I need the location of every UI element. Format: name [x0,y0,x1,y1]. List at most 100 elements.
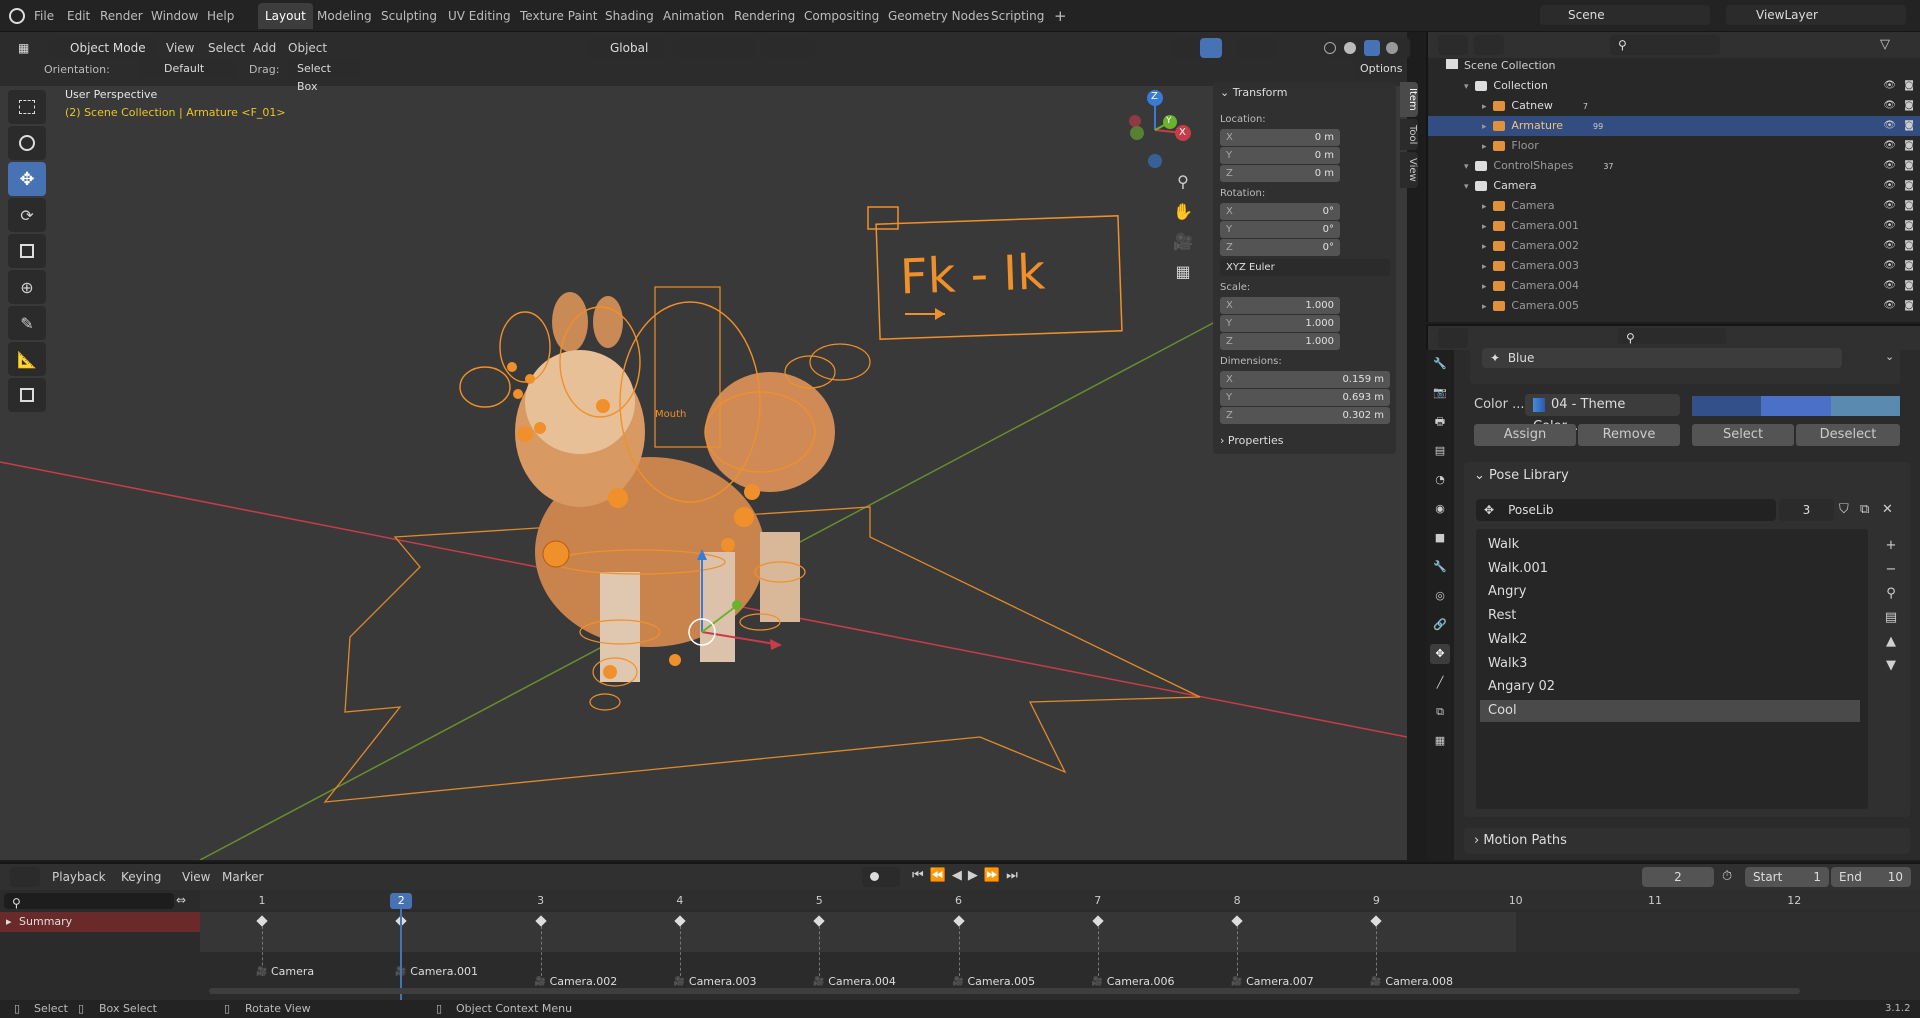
move-tool[interactable]: ✥ [8,162,46,196]
visibility-eye-icon[interactable]: 👁 [1883,296,1896,316]
frame-number[interactable]: 6 [948,893,970,909]
render-camera-icon[interactable]: ◙ [1904,296,1914,316]
clock-icon[interactable]: ⏱ [1722,869,1732,884]
pan-hand-icon[interactable]: ✋ [1172,202,1194,232]
fake-user-shield-icon[interactable]: ⛉ [1839,502,1849,517]
object-menu[interactable]: Object [288,41,327,55]
outliner-editor-icon[interactable] [1438,35,1468,55]
timeline-marker[interactable]: Camera.006 [1107,975,1175,988]
disclosure-triangle-icon[interactable]: ▸ [1482,302,1489,312]
poselib-users[interactable]: 3 [1779,499,1834,521]
timeline-marker[interactable]: Camera.001 [410,965,478,978]
disclosure-triangle-icon[interactable]: ▾ [1464,82,1471,92]
modifier-tab-icon[interactable]: 🔧 [1430,557,1450,577]
frame-number[interactable]: 12 [1783,893,1805,909]
visibility-eye-icon[interactable]: 👁 [1883,116,1896,136]
pose-list-item[interactable]: Rest [1488,605,1860,627]
navigation-gizmo[interactable]: Z X Y [1115,88,1195,168]
3d-viewport[interactable]: Mouth Fk - Ik [0,32,1407,860]
disclosure-triangle-icon[interactable]: ▾ [1464,162,1471,172]
tool-tab-icon[interactable]: 🔧 [1430,354,1450,374]
visibility-eye-icon[interactable]: 👁 [1883,136,1896,156]
options-button[interactable]: Options [1354,60,1404,78]
tab-rendering[interactable]: Rendering [727,3,802,29]
object-tab-icon[interactable]: ■ [1430,528,1450,548]
rotation-y[interactable]: Y 0° [1220,221,1340,238]
frame-number[interactable]: 9 [1365,893,1387,909]
scale-y[interactable]: Y 1.000 [1220,315,1340,332]
constraints-tab-icon[interactable]: 🔗 [1430,615,1450,635]
render-camera-icon[interactable]: ◙ [1904,76,1914,96]
add-cube-tool[interactable] [8,378,46,412]
motion-paths-panel[interactable]: › Motion Paths [1464,828,1910,854]
world-tab-icon[interactable]: ◉ [1430,499,1450,519]
scene-selector[interactable]: Scene [1540,5,1710,25]
tab-sculpting[interactable]: Sculpting [374,3,444,29]
scene-tab-icon[interactable]: ◔ [1430,470,1450,490]
disclosure-triangle-icon[interactable]: ▸ [1482,122,1489,132]
outliner-row[interactable]: ▸ Armature 99 👁 ◙ [1428,116,1920,136]
poselib-field[interactable]: ✥ PoseLib [1476,499,1776,521]
timeline-marker[interactable]: Camera.003 [689,975,757,988]
disclosure-triangle-icon[interactable]: ▸ [1482,282,1489,292]
pose-list-item[interactable]: Angry [1488,581,1860,603]
tab-uv-editing[interactable]: UV Editing [441,3,518,29]
properties-subpanel[interactable]: › Properties [1220,434,1284,447]
dimensions-x[interactable]: X 0.159 m [1220,371,1390,388]
outliner-scene-collection[interactable]: Scene Collection [1428,56,1920,76]
measure-tool[interactable]: 📐 [8,342,46,376]
pose-list-item[interactable]: Walk2 [1488,629,1860,651]
disclosure-triangle-icon[interactable]: ▸ [1482,142,1489,152]
outliner-row[interactable]: ▸ Camera.005 👁 ◙ [1428,296,1920,316]
frame-number[interactable]: 7 [1087,893,1109,909]
outliner-row[interactable]: ▾ Collection 👁 ◙ [1428,76,1920,96]
playback-controls[interactable]: ⏮⏪◀▶⏩⏭ [912,868,1024,883]
summary-channel[interactable]: ▸ Summary [0,912,200,932]
tab-shading[interactable]: Shading [598,3,661,29]
outliner-row[interactable]: ▸ Camera 👁 ◙ [1428,196,1920,216]
timeline-marker[interactable]: Camera.002 [550,975,618,988]
end-frame-field[interactable]: End 10 [1831,867,1911,887]
visibility-eye-icon[interactable]: 👁 [1883,236,1896,256]
blender-logo-icon[interactable] [9,8,25,24]
render-camera-icon[interactable]: ◙ [1904,236,1914,256]
disclosure-triangle-icon[interactable]: ▸ [1482,262,1489,272]
disclosure-triangle-icon[interactable]: ▾ [1464,182,1471,192]
start-frame-field[interactable]: Start 1 [1745,867,1829,887]
move-down-icon[interactable]: ▼ [1881,654,1901,678]
menu-help[interactable]: Help [200,3,241,29]
disclosure-triangle-icon[interactable]: ▸ [1482,102,1489,112]
bone-group-chevron-icon[interactable]: ⌄ [1885,350,1894,363]
view-menu[interactable]: View [166,41,194,55]
duplicate-icon[interactable]: ⧉ [1860,502,1869,517]
frame-number[interactable]: 1 [251,893,273,909]
dimensions-y[interactable]: Y 0.693 m [1220,389,1390,406]
color-set-dropdown[interactable]: 04 - Theme Color... [1525,394,1680,434]
output-tab-icon[interactable]: 🖶 [1430,412,1450,432]
color-swatches[interactable] [1692,396,1900,416]
rotate-tool[interactable]: ⟳ [8,198,46,232]
bone-tab-icon[interactable]: ╱ [1430,673,1450,693]
properties-editor-icon[interactable] [1438,328,1468,348]
swap-arrows-icon[interactable]: ⇔ [176,893,186,907]
outliner-row[interactable]: ▸ Catnew 7 👁 ◙ [1428,96,1920,116]
frame-number[interactable]: 2 [390,893,413,909]
object-data-tab-icon[interactable]: ✥ [1430,644,1450,664]
annotate-tool[interactable]: ✎ [8,306,46,340]
physics-tab-icon[interactable]: ◎ [1430,586,1450,606]
scale-z[interactable]: Z 1.000 [1220,333,1340,350]
rotation-x[interactable]: X 0° [1220,203,1340,220]
outliner-row[interactable]: ▸ Floor 👁 ◙ [1428,136,1920,156]
marker-menu[interactable]: Marker [222,870,263,884]
playback-menu[interactable]: Playback [52,870,106,884]
select-menu[interactable]: Select [208,41,245,55]
visibility-eye-icon[interactable]: 👁 [1883,96,1896,116]
unlink-close-icon[interactable]: ✕ [1882,502,1893,517]
view-layer-selector[interactable]: ViewLayer [1726,5,1906,25]
menu-window[interactable]: Window [144,3,205,29]
rotation-mode-dropdown[interactable]: XYZ Euler [1220,259,1390,276]
render-camera-icon[interactable]: ◙ [1904,256,1914,276]
outliner-search[interactable]: ⚲ [1610,35,1720,55]
bone-constraint-tab-icon[interactable]: ⧉ [1430,702,1450,722]
transform-header[interactable]: ⌄ Transform [1220,86,1287,99]
